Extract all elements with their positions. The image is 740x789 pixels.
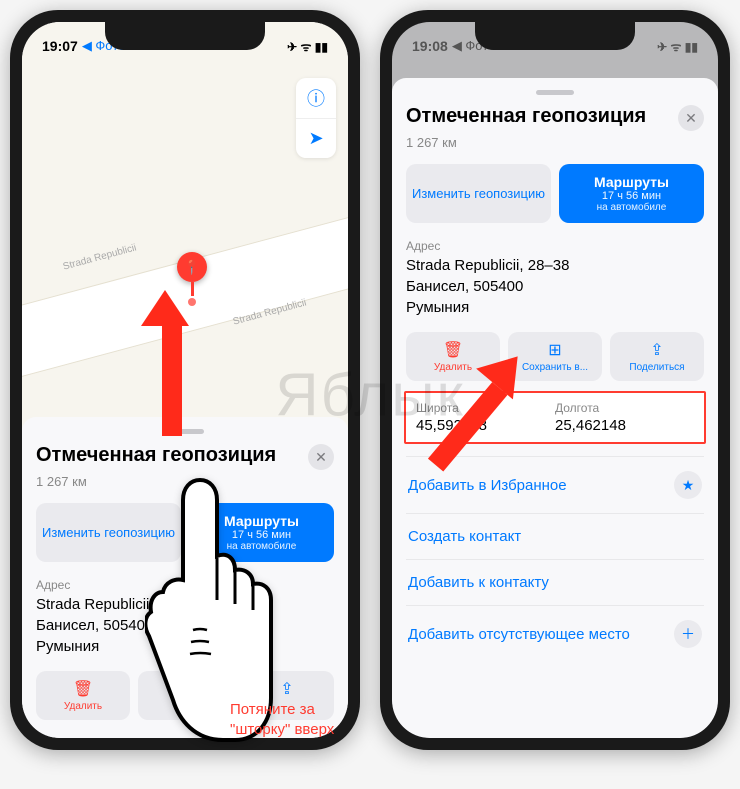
phone-right: 19:08 ◀ Фото ✈ ᯤ ▮▮ Отмеченная геопозици… [380, 10, 730, 750]
status-icons: ✈ ᯤ ▮▮ [657, 38, 698, 55]
card-title: Отмеченная геопозиция [406, 105, 646, 128]
card-title: Отмеченная геопозиция [36, 444, 276, 467]
share-icon: ⇪ [614, 340, 700, 360]
locate-icon[interactable]: ➤ [296, 118, 336, 158]
trash-icon: 🗑 [40, 679, 126, 699]
longitude[interactable]: Долгота 25,462148 [555, 401, 694, 434]
close-icon[interactable]: ✕ [678, 105, 704, 131]
star-icon: ★ [674, 471, 702, 499]
routes-button[interactable]: Маршруты 17 ч 56 мин на автомобиле [559, 164, 704, 223]
add-missing-place-row[interactable]: Добавить отсутствующее место ＋ [406, 605, 704, 662]
info-icon[interactable]: ⓘ [296, 78, 336, 118]
address-text: Strada Republicii, 28–38 Банисел, 505400… [406, 255, 704, 318]
plus-square-icon: ⊞ [512, 340, 598, 360]
place-card-expanded[interactable]: Отмеченная геопозиция ✕ 1 267 км Изменит… [392, 78, 718, 738]
close-icon[interactable]: ✕ [308, 444, 334, 470]
address-label: Адрес [406, 239, 704, 253]
road-label: Strada Republicii [62, 242, 138, 272]
create-contact-row[interactable]: Создать контакт [406, 513, 704, 559]
edit-location-button[interactable]: Изменить геопозицию [406, 164, 551, 223]
card-grabber[interactable] [536, 90, 574, 95]
add-to-contact-row[interactable]: Добавить к контакту [406, 559, 704, 605]
swipe-up-arrow [155, 290, 189, 436]
delete-button[interactable]: 🗑 Удалить [36, 671, 130, 720]
notch [475, 22, 635, 50]
status-time: 19:07 [42, 38, 78, 54]
share-button[interactable]: ⇪ Поделиться [610, 332, 704, 381]
map-controls: ⓘ ➤ [296, 78, 336, 158]
notch [105, 22, 265, 50]
plus-icon: ＋ [674, 620, 702, 648]
trash-icon: 🗑 [410, 340, 496, 360]
status-time: 19:08 [412, 38, 448, 54]
status-icons: ✈ ᯤ ▮▮ [287, 38, 328, 55]
swipe-hint-text: Потяните за "шторку" вверх [230, 700, 370, 739]
card-distance: 1 267 км [406, 135, 704, 150]
